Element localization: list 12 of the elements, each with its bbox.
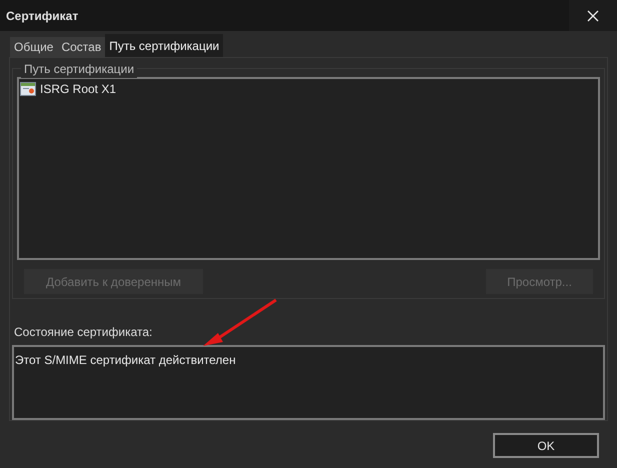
item-label: ISRG Root X1	[40, 81, 116, 98]
dialog-button[interactable]: OK	[493, 433, 599, 458]
tab[interactable]: Общие	[10, 37, 58, 57]
close-icon	[587, 10, 599, 22]
status-label: Состояние сертификата:	[14, 324, 154, 341]
list-item[interactable]: ISRG Root X1	[20, 80, 597, 98]
tab[interactable]: Состав	[57, 37, 106, 57]
window-title: Сертификат	[5, 8, 78, 24]
status-field: Этот S/MIME сертификат действителен	[12, 344, 605, 420]
certificate-icon	[20, 82, 36, 96]
close-button[interactable]	[569, 0, 617, 31]
tab[interactable]: Путь сертификации	[105, 34, 224, 57]
